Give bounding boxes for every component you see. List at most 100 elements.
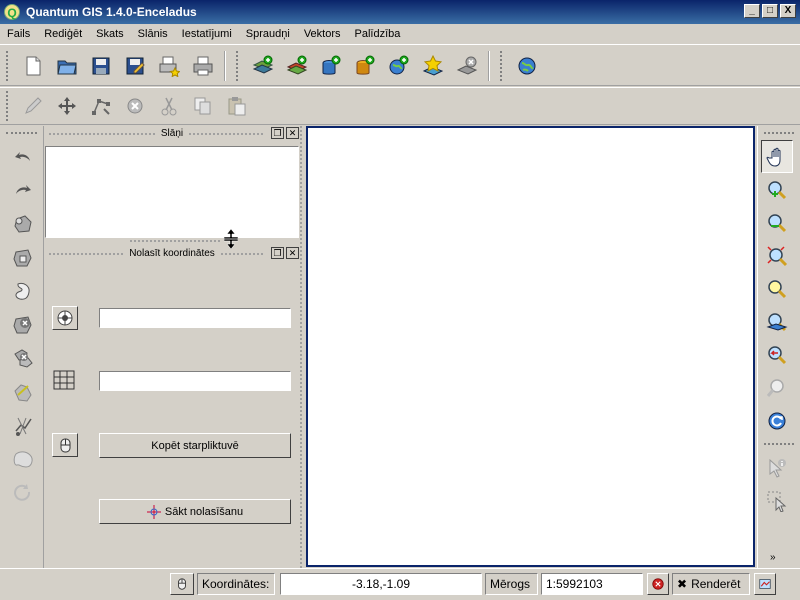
menu-settings[interactable]: Iestatījumi [175,25,239,44]
save-project-button[interactable] [84,49,118,83]
menu-edit[interactable]: Rediģēt [37,25,89,44]
toolbar-grip[interactable] [6,91,12,121]
menu-layer[interactable]: Slānis [131,25,175,44]
pan-button[interactable] [761,140,793,173]
undo-button[interactable] [6,140,40,174]
add-postgis-layer-icon [322,55,341,75]
add-vector-layer-button[interactable] [246,49,280,83]
coord-float-button[interactable]: ❐ [271,247,284,259]
remove-layer-button[interactable] [450,49,484,83]
zoom-in-button[interactable] [761,173,793,206]
print-button[interactable] [186,49,220,83]
delete-selected-button[interactable] [118,89,152,123]
move-feature-icon [58,97,76,115]
toolbar-grip[interactable] [6,132,37,138]
copy-to-clipboard-label: Kopēt starpliktuvē [151,439,239,452]
map-canvas[interactable] [306,126,755,567]
new-shapefile-button[interactable] [416,49,450,83]
dock-grip [49,133,263,135]
add-island-button[interactable] [6,274,40,308]
delete-part-button[interactable] [6,342,40,376]
zoom-layer-button[interactable] [761,305,793,338]
crs-select-button[interactable] [52,306,78,330]
add-ring-button[interactable] [6,241,40,275]
rotate-point-symbols-icon [14,483,31,501]
menu-help[interactable]: Palīdzība [348,25,408,44]
zoom-selection-button[interactable] [761,272,793,305]
projection-status-button[interactable] [754,573,776,595]
menu-file[interactable]: Fails [0,25,37,44]
add-postgis-layer-button[interactable] [314,49,348,83]
add-vector-layer-icon [252,55,274,74]
layers-panel-header[interactable]: Slāņi ❐ ✕ [45,127,299,141]
coord-close-button[interactable]: ✕ [286,247,299,259]
crosshair-icon [146,504,161,519]
qgis-logo-icon: Q [4,4,20,20]
identify-icon [769,458,786,478]
redo-button[interactable] [6,174,40,208]
start-capture-button[interactable]: Sākt nolasīšanu [99,499,291,524]
render-checkbox[interactable]: ✖ Renderēt [672,573,750,595]
coordinate-field-2[interactable] [99,371,291,391]
zoom-out-button[interactable] [761,206,793,239]
add-spatialite-layer-icon [356,55,375,75]
close-button[interactable]: X [780,4,796,18]
minimize-button[interactable]: _ [744,4,760,18]
zoom-actual-button[interactable] [761,371,793,404]
layers-tree[interactable] [45,146,299,238]
toolbar-grip[interactable] [764,132,794,138]
plugin-globe-button[interactable] [510,49,544,83]
coord-panel-header[interactable]: Nolasīt koordinātes ❐ ✕ [45,247,299,261]
cut-features-icon [161,97,177,116]
stop-render-button[interactable] [647,573,669,595]
dock-splitter[interactable] [130,240,220,244]
open-project-button[interactable] [50,49,84,83]
delete-ring-button[interactable] [6,308,40,342]
copy-features-button[interactable] [186,89,220,123]
node-tool-button[interactable] [84,89,118,123]
layers-close-button[interactable]: ✕ [286,127,299,139]
layers-float-button[interactable]: ❐ [271,127,284,139]
toolbar-grip[interactable] [764,443,794,449]
status-capture-button[interactable] [170,573,194,595]
coordinates-field[interactable]: -3.18,-1.09 [280,573,482,595]
add-spatialite-layer-button[interactable] [348,49,382,83]
menu-vector[interactable]: Vektors [297,25,348,44]
cut-features-button[interactable] [152,89,186,123]
move-feature-button[interactable] [50,89,84,123]
new-print-composer-button[interactable] [152,49,186,83]
merge-features-button[interactable] [6,442,40,476]
copy-to-clipboard-button[interactable]: Kopēt starpliktuvē [99,433,291,458]
zoom-full-button[interactable] [761,239,793,272]
maximize-button[interactable]: □ [762,4,778,18]
simplify-feature-button[interactable] [6,207,40,241]
reshape-features-icon [14,384,32,402]
add-wms-layer-button[interactable] [382,49,416,83]
toolbar-more-button[interactable]: » [770,552,776,563]
scale-field[interactable]: 1:5992103 [541,573,643,595]
capture-mouse-button[interactable] [52,433,78,457]
title-bar[interactable]: Q Quantum GIS 1.4.0-Enceladus _ □ X [0,0,800,24]
mouse-icon [60,438,71,453]
toolbar-grip[interactable] [500,50,506,81]
rotate-point-symbols-button[interactable] [6,476,40,510]
toolbar-grip[interactable] [6,50,12,81]
identify-button[interactable] [761,451,793,484]
coordinate-field-1[interactable] [99,308,291,328]
toggle-editing-button[interactable] [16,89,50,123]
refresh-button[interactable] [761,404,793,437]
paste-features-button[interactable] [220,89,254,123]
select-button[interactable] [761,484,793,517]
new-project-button[interactable] [16,49,50,83]
new-print-composer-icon [159,56,180,77]
add-raster-layer-button[interactable] [280,49,314,83]
mouse-icon [178,578,186,590]
save-as-button[interactable] [118,49,152,83]
menu-view[interactable]: Skats [89,25,131,44]
resize-cursor-icon [224,229,238,249]
menu-plugins[interactable]: Spraudņi [239,25,297,44]
toolbar-grip[interactable] [236,50,242,81]
split-features-button[interactable] [6,409,40,443]
zoom-last-button[interactable] [761,338,793,371]
reshape-features-button[interactable] [6,375,40,409]
